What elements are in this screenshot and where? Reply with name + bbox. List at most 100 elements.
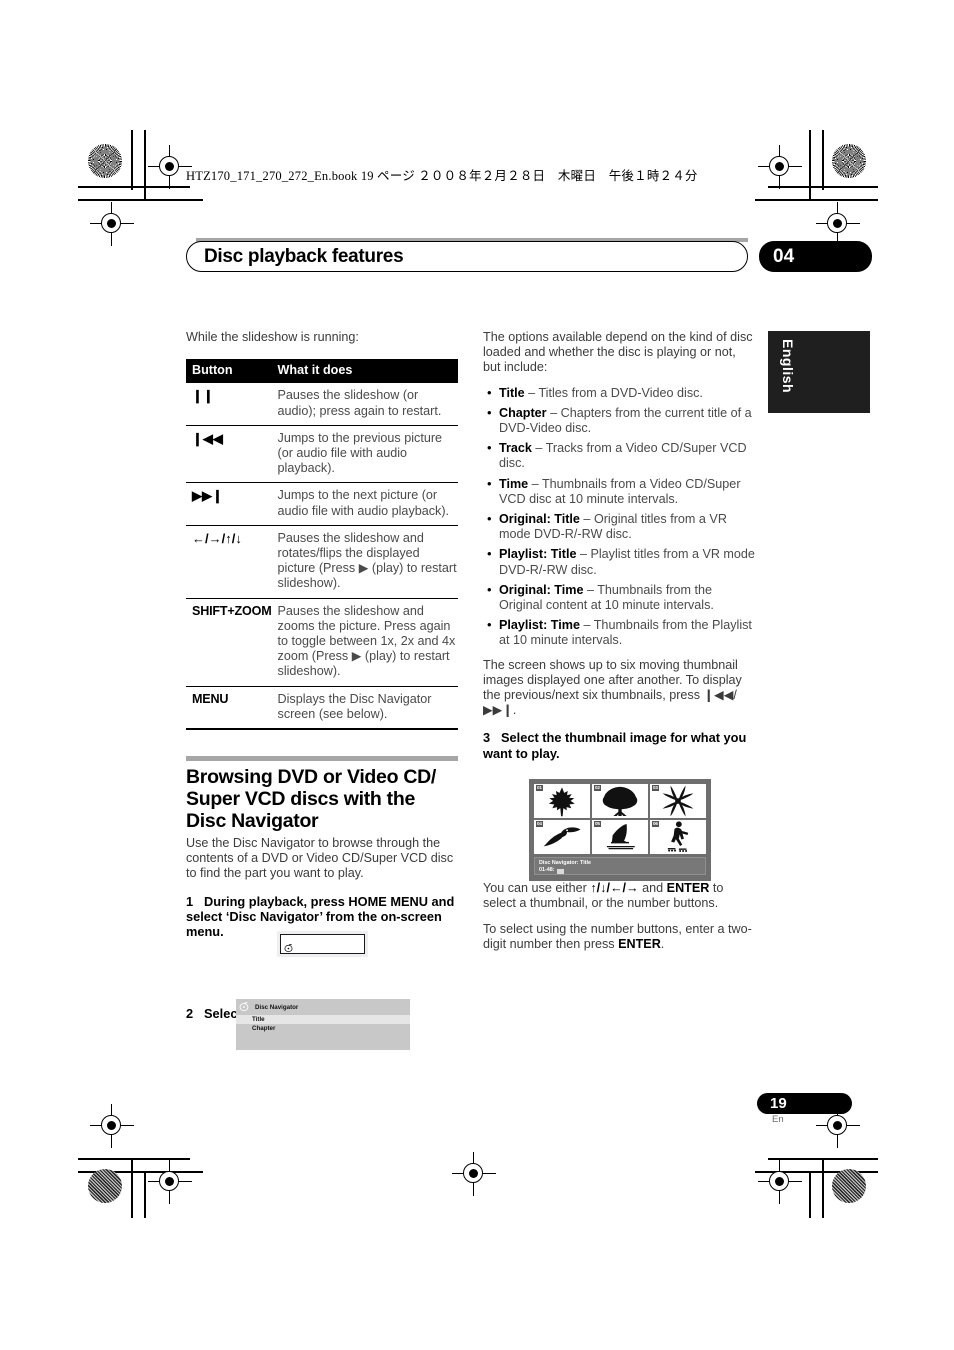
osd-view-option-chapter[interactable]: Chapter <box>236 1024 410 1033</box>
chapter-number-badge: 04 <box>759 241 872 272</box>
left-column: While the slideshow is running: Button W… <box>186 330 458 1029</box>
crop-line-top-right-v2 <box>809 130 811 201</box>
list-item: Track – Tracks from a Video CD/Super VCD… <box>483 440 755 471</box>
table-row: SHIFT+ZOOM Pauses the slideshow and zoom… <box>186 597 458 687</box>
language-side-tab: English <box>768 331 870 413</box>
thumbnail-cell[interactable]: 01 <box>534 784 590 818</box>
language-side-tab-label: English <box>780 339 796 394</box>
registration-mark-top-right <box>758 145 802 189</box>
lily-flower-icon <box>662 785 694 817</box>
step-2-number: 2 <box>186 1005 194 1021</box>
table-row: ▶▶❙ Jumps to the next picture (or audio … <box>186 482 458 526</box>
list-item: Title – Titles from a DVD-Video disc. <box>483 385 755 401</box>
list-item: Original: Time – Thumbnails from the Ori… <box>483 582 755 613</box>
enter-button-label: ENTER <box>618 936 661 951</box>
note-select-thumbnail: You can use either ↑/↓/←/→ and ENTER to … <box>483 881 755 911</box>
table-row: ❙❙ Pauses the slideshow (or audio); pres… <box>186 382 458 426</box>
option-desc: – Thumbnails from a Video CD/Super VCD d… <box>499 476 741 506</box>
thumbnail-paging-note: The screen shows up to six moving thumbn… <box>483 657 742 718</box>
osd-status-range: 01-48: <box>539 867 555 873</box>
thumbnail-cell[interactable]: 03 <box>650 784 706 818</box>
crop-line-top-left-h2 <box>78 199 203 201</box>
table-row: ❙◀◀ Jumps to the previous picture (or au… <box>186 424 458 483</box>
maple-leaf-icon <box>548 787 575 817</box>
list-item: Chapter – Chapters from the current titl… <box>483 405 755 436</box>
thumbnail-grid: 01 02 03 04 05 06 <box>534 784 706 854</box>
step-1-number: 1 <box>186 893 194 909</box>
option-term: Track <box>499 441 532 456</box>
cursor-buttons-symbol: ←/→/↑/↓ <box>186 524 272 599</box>
crop-line-bottom-right-v <box>822 1158 824 1218</box>
shift-zoom-button-label: SHIFT+ZOOM <box>186 597 272 687</box>
crop-line-top-left-v <box>131 130 133 190</box>
registration-mark-right-upper <box>816 202 860 246</box>
registration-mark-bottom-left <box>148 1160 192 1204</box>
pause-button-description: Pauses the slideshow (or audio); press a… <box>271 382 458 426</box>
menu-button-label: MENU <box>186 685 272 731</box>
registration-mark-left-upper <box>90 202 134 246</box>
page-indicator-icon <box>556 868 564 874</box>
thumbnail-number: 03 <box>652 785 659 791</box>
page-number-badge: 19 <box>757 1093 852 1114</box>
thumbnail-number: 01 <box>536 785 543 791</box>
osd-view-option-title[interactable]: Title <box>236 1015 410 1024</box>
osd-home-menu-inner <box>280 934 365 954</box>
previous-button-description: Jumps to the previous picture (or audio … <box>271 424 458 483</box>
slideshow-button-table: Button What it does ❙❙ Pauses the slides… <box>186 359 458 731</box>
crop-line-bottom-left-v2 <box>144 1171 146 1218</box>
crop-line-bottom-left-v <box>131 1158 133 1218</box>
cursor-buttons-description: Pauses the slideshow and rotates/flips t… <box>271 524 458 599</box>
slideshow-intro: While the slideshow is running: <box>186 330 359 344</box>
next-button-description: Jumps to the next picture (or audio file… <box>271 482 458 526</box>
osd-thumbnail-grid-figure: 01 02 03 04 05 06 Disc Navigator: Title … <box>529 779 711 881</box>
osd-status-title: Disc Navigator: Title <box>539 860 592 866</box>
crop-line-top-left-v2 <box>144 130 146 201</box>
crop-line-top-right-h2 <box>755 199 878 201</box>
pause-button-symbol: ❙❙ <box>186 382 272 426</box>
table-header-row: Button What it does <box>186 359 458 383</box>
osd-home-menu-figure <box>277 931 368 957</box>
list-item: Time – Thumbnails from a Video CD/Super … <box>483 476 755 507</box>
list-item: Original: Title – Original titles from a… <box>483 511 755 542</box>
thumbnail-cell[interactable]: 06 <box>650 820 706 854</box>
thumbnail-cell[interactable]: 05 <box>592 820 648 854</box>
crop-line-top-right-v <box>822 130 824 190</box>
halftone-target-top-left <box>88 144 122 178</box>
option-term: Time <box>499 476 529 491</box>
registration-mark-bottom-right <box>758 1160 802 1204</box>
tree-icon <box>602 786 638 816</box>
menu-button-description: Displays the Disc Navigator screen (see … <box>271 685 458 731</box>
thumbnail-cell[interactable]: 04 <box>534 820 590 854</box>
running-head: HTZ170_171_270_272_En.book 19 ページ ２００８年２… <box>186 169 698 183</box>
options-intro: The options available depend on the kind… <box>483 330 753 375</box>
registration-mark-left-lower <box>90 1104 134 1148</box>
option-desc: – Tracks from a Video CD/Super VCD disc. <box>499 441 747 471</box>
page-title: Disc playback features <box>204 246 404 267</box>
option-term: Original: Time <box>499 582 584 597</box>
thumbnail-number: 06 <box>652 821 659 827</box>
table-header-button: Button <box>186 359 272 383</box>
page-number-suffix: En <box>772 1114 784 1125</box>
note2-part-c: . <box>660 936 665 951</box>
section-heading: Browsing DVD or Video CD/ Super VCD disc… <box>186 766 436 833</box>
enter-button-label: ENTER <box>666 881 710 896</box>
option-desc: – Titles from a DVD-Video disc. <box>524 385 703 400</box>
list-item: Playlist: Title – Playlist titles from a… <box>483 546 755 577</box>
halftone-target-bottom-right <box>832 1169 866 1203</box>
option-term: Title <box>499 385 525 400</box>
disc-navigator-icon <box>284 940 293 952</box>
crop-line-bottom-right-v2 <box>809 1171 811 1218</box>
osd-thumbnail-status-bar: Disc Navigator: Title 01-48: <box>534 857 706 875</box>
previous-button-symbol: ❙◀◀ <box>186 424 272 483</box>
halftone-target-bottom-left <box>88 1169 122 1203</box>
thumbnail-number: 02 <box>594 785 601 791</box>
view-options-list: Title – Titles from a DVD-Video disc. Ch… <box>483 385 755 649</box>
step-3: 3 Select the thumbnail image for what you… <box>483 730 755 761</box>
next-button-symbol: ▶▶❙ <box>186 482 272 526</box>
osd-disc-navigator-titlebar: Disc Navigator <box>236 999 410 1015</box>
section-intro: Use the Disc Navigator to browse through… <box>186 836 454 881</box>
windsurfer-icon <box>606 823 635 850</box>
thumbnail-cell[interactable]: 02 <box>592 784 648 818</box>
thumbnail-number: 04 <box>536 821 543 827</box>
shift-zoom-description: Pauses the slideshow and zooms the pictu… <box>271 597 458 687</box>
